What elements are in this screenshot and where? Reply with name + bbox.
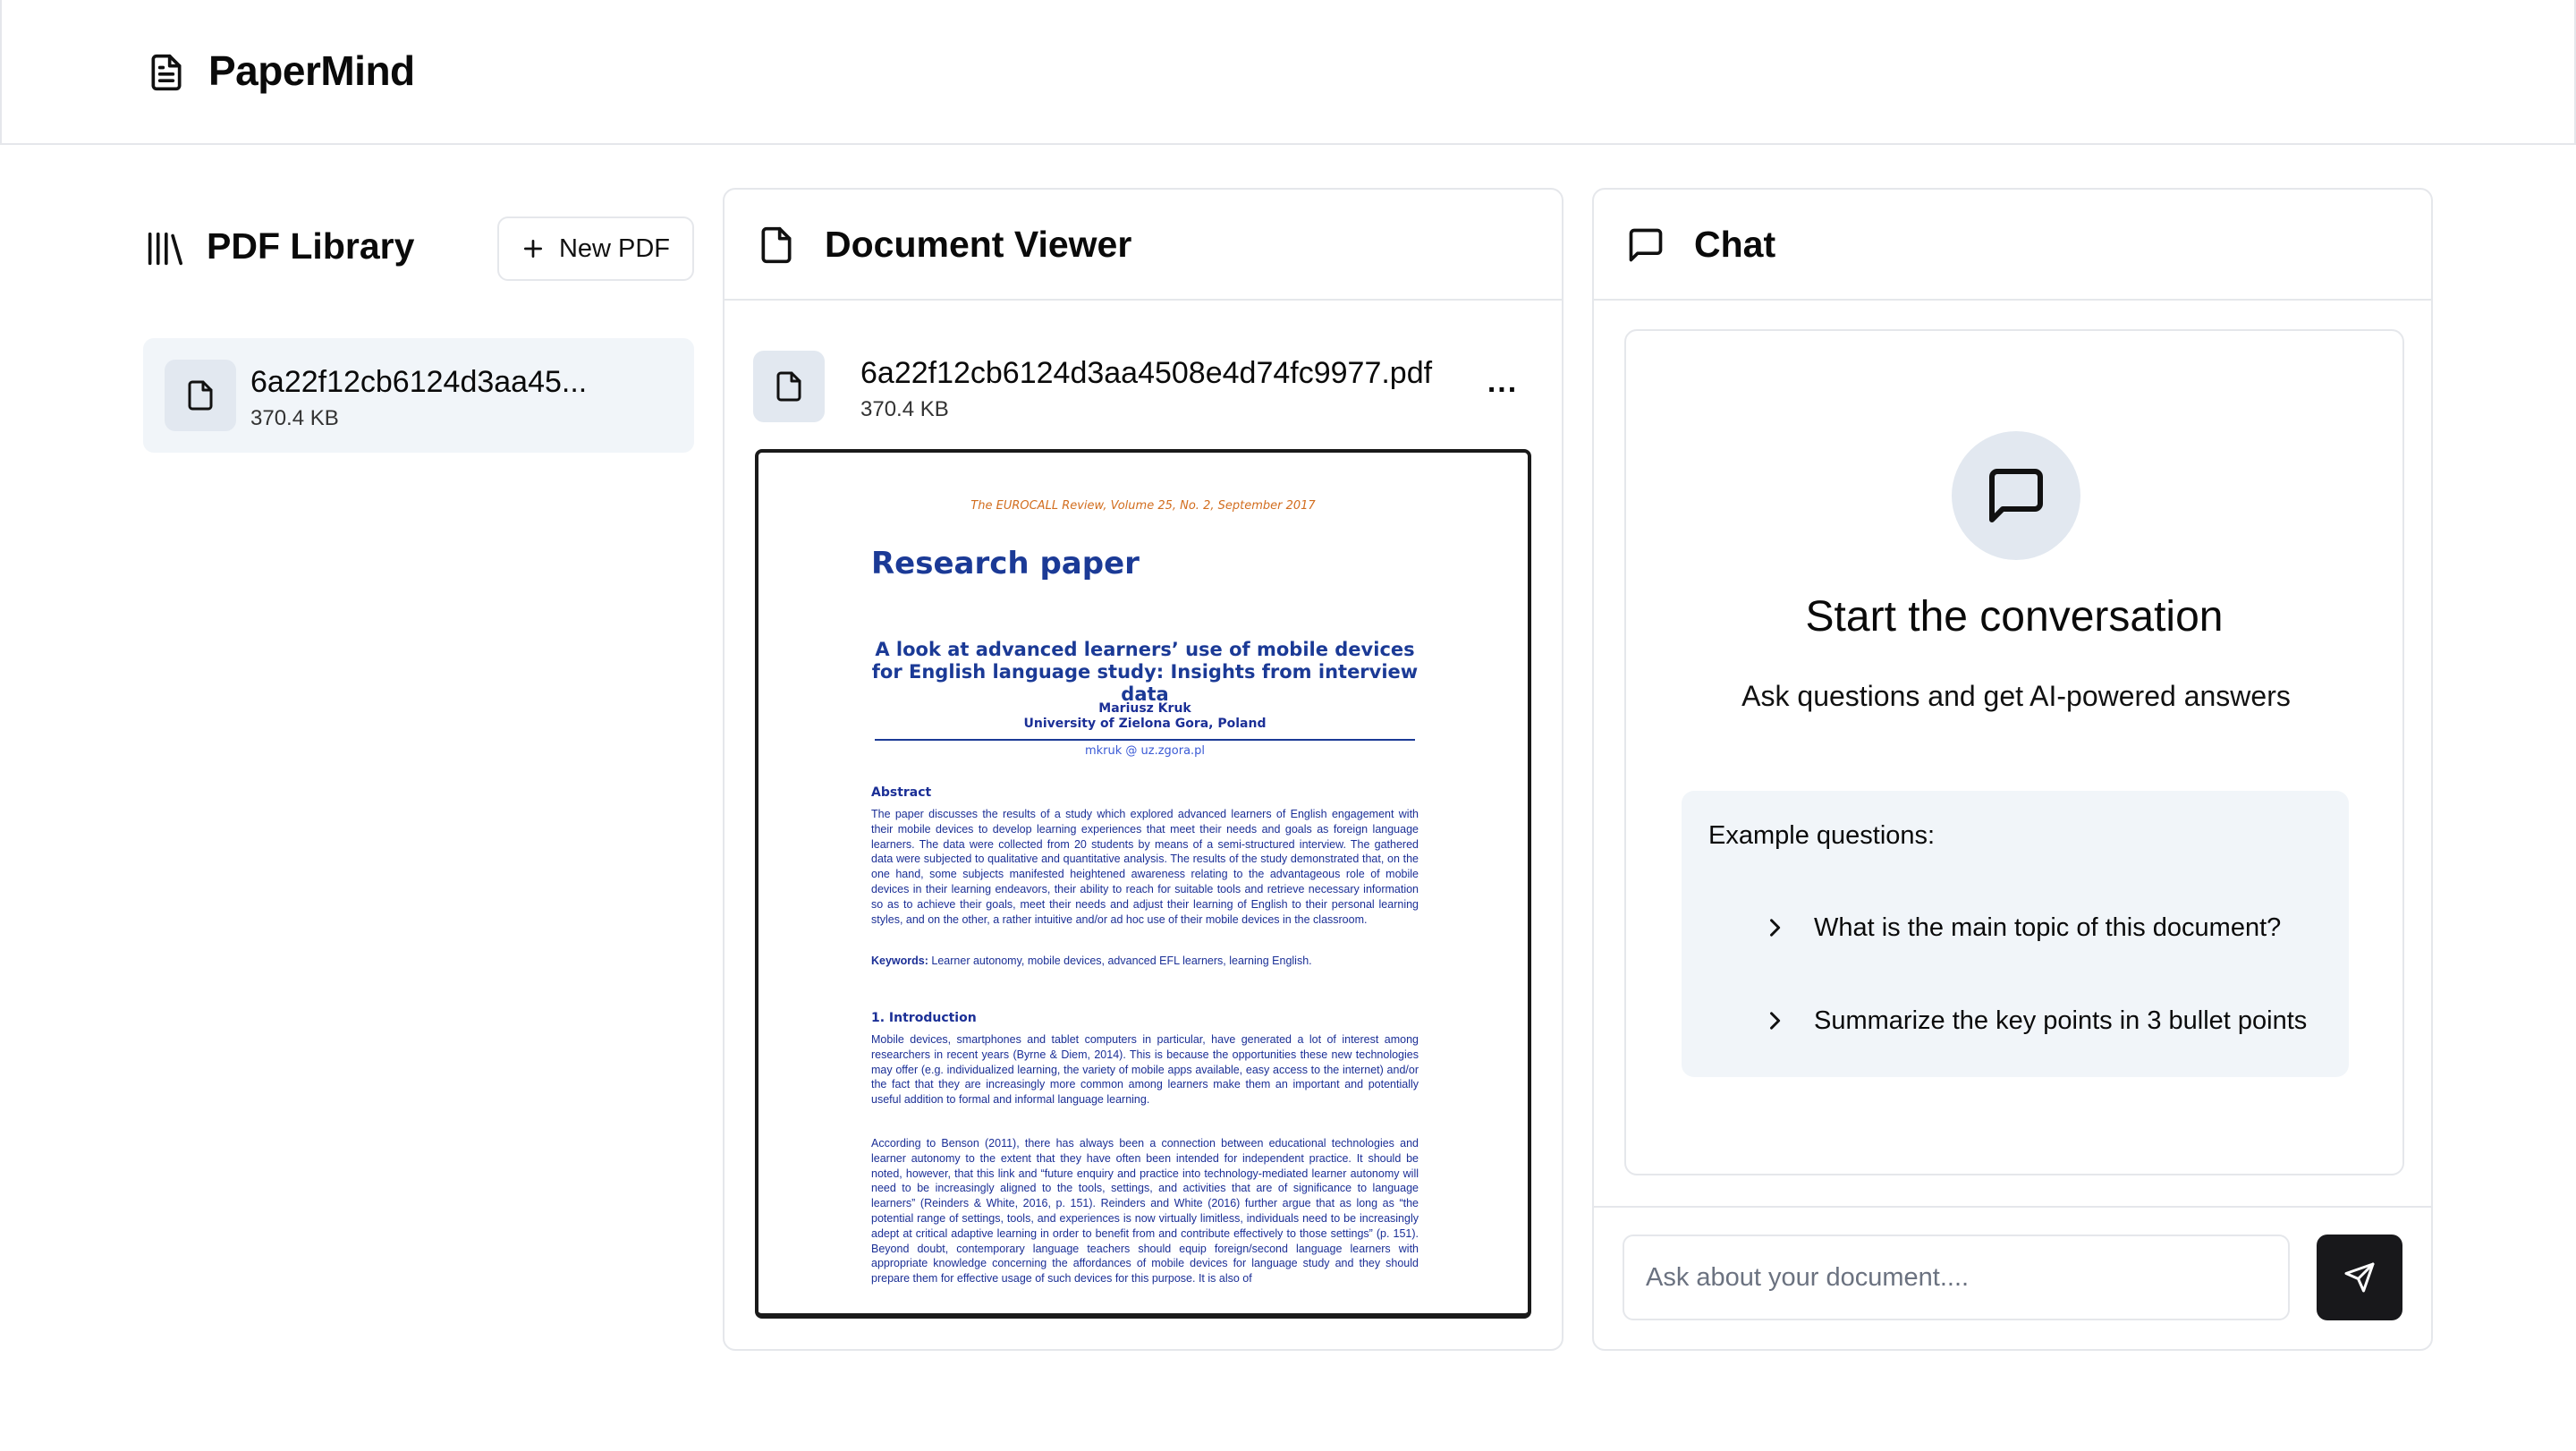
pdf-divider [875, 739, 1415, 741]
pdf-intro-paragraph-2: According to Benson (2011), there has al… [871, 1137, 1419, 1286]
library-title: PDF Library [207, 225, 415, 267]
library-icon [145, 231, 184, 267]
more-options-button[interactable]: ... [1476, 365, 1530, 408]
pdf-intro-paragraph-1: Mobile devices, smartphones and tablet c… [871, 1033, 1419, 1107]
file-icon [165, 360, 236, 431]
file-text-icon [147, 50, 186, 95]
example-questions-box: Example questions: What is the main topi… [1682, 791, 2349, 1077]
pdf-author: Mariusz Kruk [1098, 701, 1191, 716]
chevron-right-icon [1762, 913, 1787, 942]
message-square-icon [1952, 431, 2080, 560]
pdf-list-item[interactable]: 6a22f12cb6124d3aa45... 370.4 KB [143, 338, 694, 453]
document-filename: 6a22f12cb6124d3aa4508e4d74fc9977.pdf [860, 356, 1433, 390]
chat-input[interactable] [1623, 1235, 2290, 1320]
example-question[interactable]: What is the main topic of this document? [1762, 905, 2281, 950]
example-question[interactable]: Summarize the key points in 3 bullet poi… [1762, 998, 2307, 1043]
pdf-intro-heading: 1. Introduction [871, 1011, 977, 1025]
pdf-article-title: A look at advanced learners’ use of mobi… [871, 639, 1419, 705]
pdf-journal-line: The EUROCALL Review, Volume 25, No. 2, S… [970, 499, 1316, 513]
example-questions-label: Example questions: [1708, 821, 1936, 850]
app-header: PaperMind [0, 0, 2576, 145]
pdf-keywords-label: Keywords: [871, 955, 928, 967]
pdf-heading: Research paper [871, 546, 1140, 581]
pdf-abstract: The paper discusses the results of a stu… [871, 808, 1419, 926]
chat-empty-heading: Start the conversation [1805, 593, 2224, 641]
message-square-icon [1626, 224, 1665, 267]
pdf-page-frame[interactable]: The EUROCALL Review, Volume 25, No. 2, S… [755, 449, 1531, 1319]
chat-header: Chat [1594, 190, 2431, 301]
viewer-header: Document Viewer [724, 190, 1562, 301]
pdf-email: mkruk @ uz.zgora.pl [1084, 744, 1206, 758]
pdf-keywords-text: Learner autonomy, mobile devices, advanc… [931, 955, 1312, 967]
example-question-text: Summarize the key points in 3 bullet poi… [1814, 1006, 2308, 1035]
chat-title: Chat [1694, 224, 1776, 265]
chat-divider [1594, 1206, 2431, 1208]
file-icon [757, 224, 796, 267]
pdf-list-item-size: 370.4 KB [250, 406, 339, 430]
chevron-right-icon [1762, 1006, 1787, 1035]
new-pdf-button[interactable]: New PDF [497, 216, 694, 281]
send-icon [2343, 1261, 2376, 1294]
pdf-keywords: Keywords: Learner autonomy, mobile devic… [871, 954, 1419, 969]
chat-empty-subtext: Ask questions and get AI-powered answers [1741, 680, 2291, 712]
send-button[interactable] [2317, 1235, 2402, 1320]
chat-empty-state: Start the conversation Ask questions and… [1624, 329, 2404, 1175]
plus-icon [521, 237, 545, 260]
new-pdf-button-label: New PDF [558, 233, 671, 263]
pdf-affiliation: University of Zielona Gora, Poland [1023, 717, 1267, 731]
app-title: PaperMind [208, 47, 415, 94]
pdf-list-item-name: 6a22f12cb6124d3aa45... [250, 365, 588, 399]
chat-panel: Chat Start the conversation Ask question… [1592, 188, 2433, 1351]
document-filesize: 370.4 KB [860, 397, 949, 421]
pdf-author-block: Mariusz Kruk University of Zielona Gora,… [871, 701, 1419, 732]
file-icon [753, 351, 825, 422]
document-viewer-panel: Document Viewer 6a22f12cb6124d3aa4508e4d… [723, 188, 1563, 1351]
example-question-text: What is the main topic of this document? [1814, 912, 2282, 942]
viewer-title: Document Viewer [825, 224, 1132, 265]
pdf-abstract-heading: Abstract [871, 785, 932, 800]
